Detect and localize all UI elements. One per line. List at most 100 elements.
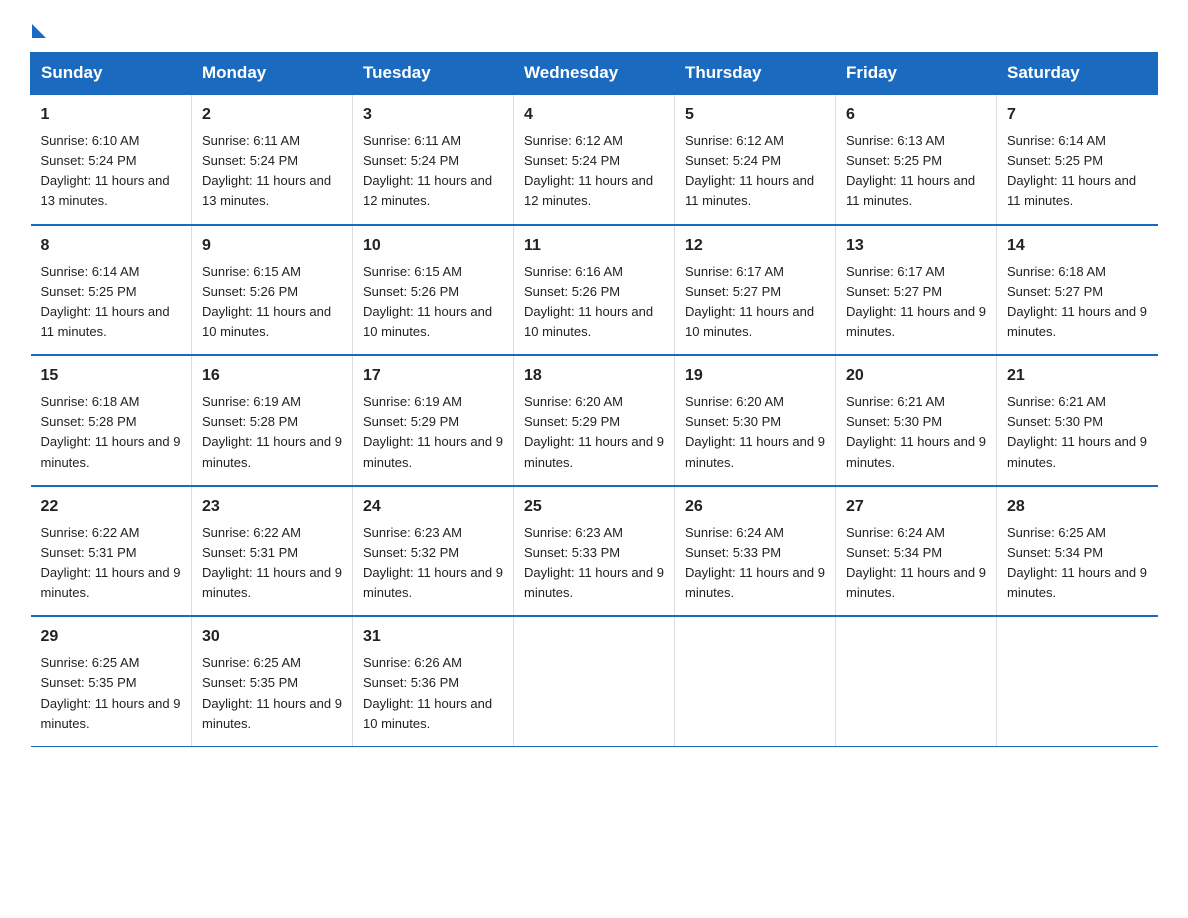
- day-number: 4: [524, 103, 664, 127]
- day-number: 24: [363, 495, 503, 519]
- calendar-week-4: 22 Sunrise: 6:22 AMSunset: 5:31 PMDayligh…: [31, 486, 1158, 617]
- calendar-cell: 28 Sunrise: 6:25 AMSunset: 5:34 PMDayligh…: [997, 486, 1158, 617]
- calendar-cell: 20 Sunrise: 6:21 AMSunset: 5:30 PMDayligh…: [836, 355, 997, 486]
- day-info: Sunrise: 6:11 AMSunset: 5:24 PMDaylight:…: [363, 131, 503, 212]
- day-number: 1: [41, 103, 182, 127]
- day-number: 29: [41, 625, 182, 649]
- day-number: 13: [846, 234, 986, 258]
- calendar-cell: 21 Sunrise: 6:21 AMSunset: 5:30 PMDayligh…: [997, 355, 1158, 486]
- day-number: 6: [846, 103, 986, 127]
- col-header-sunday: Sunday: [31, 53, 192, 95]
- calendar-cell: 6 Sunrise: 6:13 AMSunset: 5:25 PMDaylight…: [836, 94, 997, 225]
- day-number: 2: [202, 103, 342, 127]
- day-info: Sunrise: 6:26 AMSunset: 5:36 PMDaylight:…: [363, 653, 503, 734]
- calendar-cell: 5Sunrise: 6:12 AMSunset: 5:24 PMDaylight…: [675, 94, 836, 225]
- calendar-cell: 14 Sunrise: 6:18 AMSunset: 5:27 PMDayligh…: [997, 225, 1158, 356]
- day-number: 3: [363, 103, 503, 127]
- day-number: 15: [41, 364, 182, 388]
- day-info: Sunrise: 6:15 AMSunset: 5:26 PMDaylight:…: [202, 262, 342, 343]
- day-info: Sunrise: 6:15 AMSunset: 5:26 PMDaylight:…: [363, 262, 503, 343]
- calendar-cell: 10 Sunrise: 6:15 AMSunset: 5:26 PMDayligh…: [353, 225, 514, 356]
- day-info: Sunrise: 6:11 AMSunset: 5:24 PMDaylight:…: [202, 131, 342, 212]
- calendar-cell: 17 Sunrise: 6:19 AMSunset: 5:29 PMDayligh…: [353, 355, 514, 486]
- day-number: 9: [202, 234, 342, 258]
- day-info: Sunrise: 6:21 AMSunset: 5:30 PMDaylight:…: [1007, 392, 1148, 473]
- day-number: 30: [202, 625, 342, 649]
- calendar-cell: 19Sunrise: 6:20 AMSunset: 5:30 PMDayligh…: [675, 355, 836, 486]
- day-info: Sunrise: 6:23 AMSunset: 5:33 PMDaylight:…: [524, 523, 664, 604]
- calendar-cell: 7 Sunrise: 6:14 AMSunset: 5:25 PMDaylight…: [997, 94, 1158, 225]
- calendar-cell: 2 Sunrise: 6:11 AMSunset: 5:24 PMDaylight…: [192, 94, 353, 225]
- day-info: Sunrise: 6:23 AMSunset: 5:32 PMDaylight:…: [363, 523, 503, 604]
- calendar-week-1: 1 Sunrise: 6:10 AMSunset: 5:24 PMDaylight…: [31, 94, 1158, 225]
- calendar-cell: 22 Sunrise: 6:22 AMSunset: 5:31 PMDayligh…: [31, 486, 192, 617]
- calendar-cell: [514, 616, 675, 746]
- day-info: Sunrise: 6:19 AMSunset: 5:29 PMDaylight:…: [363, 392, 503, 473]
- calendar-cell: 11Sunrise: 6:16 AMSunset: 5:26 PMDayligh…: [514, 225, 675, 356]
- day-info: Sunrise: 6:24 AMSunset: 5:34 PMDaylight:…: [846, 523, 986, 604]
- day-number: 16: [202, 364, 342, 388]
- day-number: 5: [685, 103, 825, 127]
- calendar-cell: 18Sunrise: 6:20 AMSunset: 5:29 PMDayligh…: [514, 355, 675, 486]
- calendar-cell: 12 Sunrise: 6:17 AMSunset: 5:27 PMDayligh…: [675, 225, 836, 356]
- day-number: 7: [1007, 103, 1148, 127]
- calendar-cell: 26Sunrise: 6:24 AMSunset: 5:33 PMDayligh…: [675, 486, 836, 617]
- logo: [30, 20, 46, 34]
- calendar-cell: 13 Sunrise: 6:17 AMSunset: 5:27 PMDayligh…: [836, 225, 997, 356]
- day-info: Sunrise: 6:10 AMSunset: 5:24 PMDaylight:…: [41, 131, 182, 212]
- day-info: Sunrise: 6:13 AMSunset: 5:25 PMDaylight:…: [846, 131, 986, 212]
- day-number: 17: [363, 364, 503, 388]
- day-info: Sunrise: 6:18 AMSunset: 5:28 PMDaylight:…: [41, 392, 182, 473]
- col-header-tuesday: Tuesday: [353, 53, 514, 95]
- calendar-cell: [997, 616, 1158, 746]
- calendar-cell: [836, 616, 997, 746]
- day-number: 22: [41, 495, 182, 519]
- day-info: Sunrise: 6:24 AMSunset: 5:33 PMDaylight:…: [685, 523, 825, 604]
- day-number: 31: [363, 625, 503, 649]
- calendar-cell: 27 Sunrise: 6:24 AMSunset: 5:34 PMDayligh…: [836, 486, 997, 617]
- day-info: Sunrise: 6:21 AMSunset: 5:30 PMDaylight:…: [846, 392, 986, 473]
- day-info: Sunrise: 6:18 AMSunset: 5:27 PMDaylight:…: [1007, 262, 1148, 343]
- day-info: Sunrise: 6:20 AMSunset: 5:29 PMDaylight:…: [524, 392, 664, 473]
- day-number: 8: [41, 234, 182, 258]
- day-number: 11: [524, 234, 664, 258]
- calendar-cell: [675, 616, 836, 746]
- day-number: 21: [1007, 364, 1148, 388]
- day-number: 25: [524, 495, 664, 519]
- day-number: 14: [1007, 234, 1148, 258]
- col-header-saturday: Saturday: [997, 53, 1158, 95]
- day-info: Sunrise: 6:17 AMSunset: 5:27 PMDaylight:…: [685, 262, 825, 343]
- day-info: Sunrise: 6:22 AMSunset: 5:31 PMDaylight:…: [41, 523, 182, 604]
- day-number: 10: [363, 234, 503, 258]
- day-info: Sunrise: 6:25 AMSunset: 5:34 PMDaylight:…: [1007, 523, 1148, 604]
- day-number: 20: [846, 364, 986, 388]
- col-header-friday: Friday: [836, 53, 997, 95]
- day-info: Sunrise: 6:14 AMSunset: 5:25 PMDaylight:…: [1007, 131, 1148, 212]
- logo-triangle-icon: [32, 24, 46, 38]
- calendar-cell: 23Sunrise: 6:22 AMSunset: 5:31 PMDayligh…: [192, 486, 353, 617]
- calendar-cell: 3 Sunrise: 6:11 AMSunset: 5:24 PMDaylight…: [353, 94, 514, 225]
- day-number: 27: [846, 495, 986, 519]
- calendar-week-5: 29 Sunrise: 6:25 AMSunset: 5:35 PMDayligh…: [31, 616, 1158, 746]
- day-number: 12: [685, 234, 825, 258]
- calendar-cell: 25 Sunrise: 6:23 AMSunset: 5:33 PMDayligh…: [514, 486, 675, 617]
- day-number: 23: [202, 495, 342, 519]
- col-header-monday: Monday: [192, 53, 353, 95]
- calendar-cell: 30 Sunrise: 6:25 AMSunset: 5:35 PMDayligh…: [192, 616, 353, 746]
- calendar-cell: 9 Sunrise: 6:15 AMSunset: 5:26 PMDaylight…: [192, 225, 353, 356]
- day-info: Sunrise: 6:25 AMSunset: 5:35 PMDaylight:…: [41, 653, 182, 734]
- page-header: [30, 20, 1158, 34]
- day-number: 28: [1007, 495, 1148, 519]
- calendar-week-2: 8Sunrise: 6:14 AMSunset: 5:25 PMDaylight…: [31, 225, 1158, 356]
- calendar-table: SundayMondayTuesdayWednesdayThursdayFrid…: [30, 52, 1158, 747]
- day-number: 19: [685, 364, 825, 388]
- calendar-cell: 15 Sunrise: 6:18 AMSunset: 5:28 PMDayligh…: [31, 355, 192, 486]
- calendar-cell: 16Sunrise: 6:19 AMSunset: 5:28 PMDayligh…: [192, 355, 353, 486]
- day-info: Sunrise: 6:12 AMSunset: 5:24 PMDaylight:…: [524, 131, 664, 212]
- calendar-cell: 29 Sunrise: 6:25 AMSunset: 5:35 PMDayligh…: [31, 616, 192, 746]
- day-info: Sunrise: 6:17 AMSunset: 5:27 PMDaylight:…: [846, 262, 986, 343]
- day-info: Sunrise: 6:25 AMSunset: 5:35 PMDaylight:…: [202, 653, 342, 734]
- calendar-cell: 24 Sunrise: 6:23 AMSunset: 5:32 PMDayligh…: [353, 486, 514, 617]
- calendar-cell: 1 Sunrise: 6:10 AMSunset: 5:24 PMDaylight…: [31, 94, 192, 225]
- calendar-cell: 8Sunrise: 6:14 AMSunset: 5:25 PMDaylight…: [31, 225, 192, 356]
